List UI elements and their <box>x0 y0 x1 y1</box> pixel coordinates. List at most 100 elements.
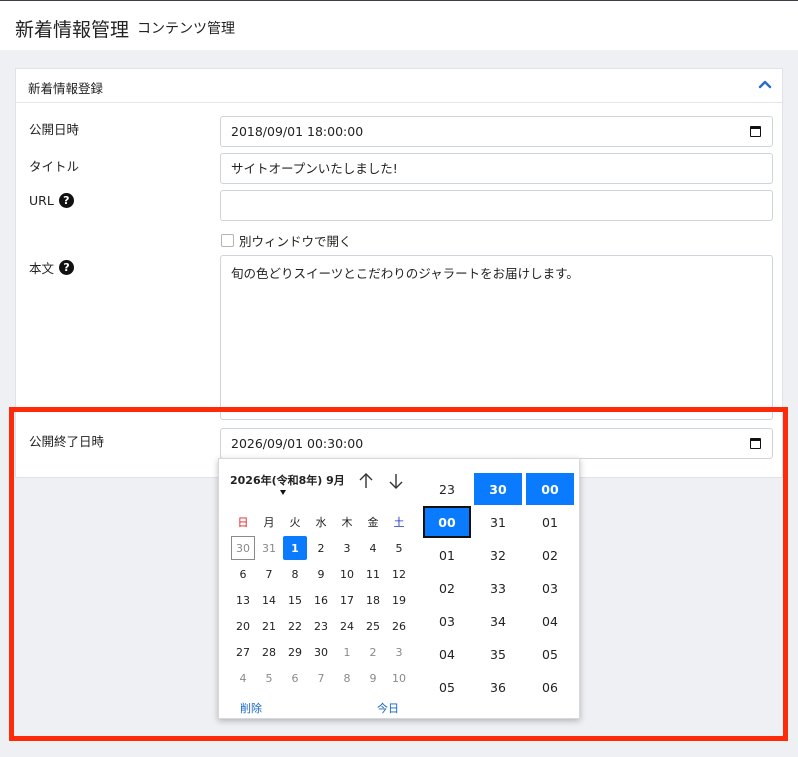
second-column: 00 01 02 03 04 05 06 <box>526 473 574 704</box>
calendar-day[interactable]: 30 <box>308 639 334 665</box>
calendar-day[interactable]: 6 <box>282 665 308 691</box>
help-icon[interactable]: ? <box>58 193 74 208</box>
calendar-day[interactable]: 6 <box>230 561 256 587</box>
weekday-label: 土 <box>393 516 405 529</box>
calendar-day[interactable]: 8 <box>334 665 360 691</box>
calendar-day[interactable]: 27 <box>230 639 256 665</box>
calendar-day[interactable]: 9 <box>308 561 334 587</box>
second-option[interactable]: 05 <box>526 638 574 671</box>
calendar-icon[interactable] <box>750 126 761 137</box>
new-window-option[interactable]: 別ウィンドウで開く <box>221 231 352 250</box>
new-window-checkbox[interactable] <box>221 234 234 247</box>
new-window-label: 別ウィンドウで開く <box>239 234 352 249</box>
url-input[interactable] <box>220 190 773 221</box>
arrow-up-icon[interactable] <box>358 472 374 490</box>
calendar-day[interactable]: 15 <box>282 587 308 613</box>
calendar-day[interactable]: 5 <box>386 535 412 561</box>
calendar-day[interactable]: 31 <box>256 535 282 561</box>
minute-option[interactable]: 36 <box>474 671 522 704</box>
calendar-day[interactable]: 19 <box>386 587 412 613</box>
calendar-day[interactable]: 8 <box>282 561 308 587</box>
help-icon[interactable]: ? <box>59 260 75 275</box>
weekday-label: 火 <box>289 516 301 529</box>
calendar-day[interactable]: 18 <box>360 587 386 613</box>
calendar-day[interactable]: 30 <box>231 536 255 560</box>
body-textarea[interactable]: 旬の色どりスイーツとこだわりのジャラートをお届けします。 <box>220 255 773 420</box>
calendar-day[interactable]: 29 <box>282 639 308 665</box>
minute-column: 30 31 32 33 34 35 36 <box>474 473 522 704</box>
body-label: 本文 ? <box>29 258 75 277</box>
day-grid: 30 31 1 2 3 4 5 6 7 8 9 10 11 12 13 14 15 16 17 18 19 20 21 22 2… <box>230 535 412 691</box>
hour-option[interactable]: 04 <box>423 638 471 671</box>
calendar-day[interactable]: 16 <box>308 587 334 613</box>
calendar-day[interactable]: 24 <box>334 613 360 639</box>
minute-option[interactable]: 32 <box>474 539 522 572</box>
second-option[interactable]: 02 <box>526 539 574 572</box>
calendar-day[interactable]: 3 <box>386 639 412 665</box>
arrow-down-icon[interactable] <box>388 472 404 490</box>
calendar-day[interactable]: 4 <box>360 535 386 561</box>
weekday-label: 木 <box>341 516 353 529</box>
calendar-day[interactable]: 4 <box>230 665 256 691</box>
second-option[interactable]: 04 <box>526 605 574 638</box>
hour-option[interactable]: 01 <box>423 539 471 572</box>
calendar-day[interactable]: 17 <box>334 587 360 613</box>
minute-option[interactable]: 30 <box>474 473 522 505</box>
chevron-up-icon[interactable] <box>758 77 772 91</box>
title-input[interactable]: サイトオープンいたしました! <box>220 153 773 184</box>
calendar-day[interactable]: 10 <box>386 665 412 691</box>
second-option[interactable]: 01 <box>526 506 574 539</box>
calendar-day[interactable]: 7 <box>256 561 282 587</box>
calendar-day[interactable]: 14 <box>256 587 282 613</box>
calendar-day[interactable]: 20 <box>230 613 256 639</box>
clear-button[interactable]: 削除 <box>240 700 262 716</box>
month-label[interactable]: 2026年(令和8年) 9月 <box>230 472 345 488</box>
minute-option[interactable]: 31 <box>474 506 522 539</box>
calendar-day[interactable]: 1 <box>283 536 307 560</box>
second-option[interactable]: 03 <box>526 572 574 605</box>
calendar-day[interactable]: 12 <box>386 561 412 587</box>
hour-option[interactable]: 00 <box>423 506 471 538</box>
calendar-day[interactable]: 26 <box>386 613 412 639</box>
calendar-day[interactable]: 11 <box>360 561 386 587</box>
caret-down-icon[interactable] <box>280 490 286 495</box>
publish-date-label: 公開日時 <box>29 122 80 137</box>
calendar-day[interactable]: 25 <box>360 613 386 639</box>
minute-option[interactable]: 35 <box>474 638 522 671</box>
weekday-header: 日月火水木金土 <box>230 514 412 530</box>
calendar-day[interactable]: 1 <box>334 639 360 665</box>
calendar-day[interactable]: 5 <box>256 665 282 691</box>
publish-date-input[interactable]: 2018/09/01 18:00:00 <box>220 116 773 147</box>
hour-option[interactable]: 05 <box>423 671 471 704</box>
calendar-day[interactable]: 10 <box>334 561 360 587</box>
body-value: 旬の色どりスイーツとこだわりのジャラートをお届けします。 <box>231 266 579 281</box>
weekday-label: 水 <box>315 516 327 529</box>
calendar-day[interactable]: 7 <box>308 665 334 691</box>
calendar-day[interactable]: 28 <box>256 639 282 665</box>
publish-date-value: 2018/09/01 18:00:00 <box>231 124 364 139</box>
weekday-label: 日 <box>237 516 249 529</box>
hour-option[interactable]: 02 <box>423 572 471 605</box>
calendar-day[interactable]: 22 <box>282 613 308 639</box>
calendar-day[interactable]: 3 <box>334 535 360 561</box>
hour-option[interactable]: 23 <box>423 473 471 506</box>
hour-option[interactable]: 03 <box>423 605 471 638</box>
minute-option[interactable]: 34 <box>474 605 522 638</box>
title-value: サイトオープンいたしました! <box>231 161 398 176</box>
calendar-day[interactable]: 2 <box>308 535 334 561</box>
calendar-day[interactable]: 13 <box>230 587 256 613</box>
page-subtitle: コンテンツ管理 <box>137 21 235 37</box>
calendar-day[interactable]: 23 <box>308 613 334 639</box>
card-header[interactable]: 新着情報登録 <box>16 69 782 103</box>
today-button[interactable]: 今日 <box>377 700 399 716</box>
calendar-day[interactable]: 2 <box>360 639 386 665</box>
title-label: タイトル <box>29 159 80 174</box>
calendar-day[interactable]: 9 <box>360 665 386 691</box>
second-option[interactable]: 06 <box>526 671 574 704</box>
calendar-day[interactable]: 21 <box>256 613 282 639</box>
second-option[interactable]: 00 <box>526 473 574 505</box>
minute-option[interactable]: 33 <box>474 572 522 605</box>
top-bar: 新着情報管理 コンテンツ管理 <box>0 0 798 50</box>
weekday-label: 金 <box>367 516 379 529</box>
url-label: URL ? <box>29 193 74 208</box>
